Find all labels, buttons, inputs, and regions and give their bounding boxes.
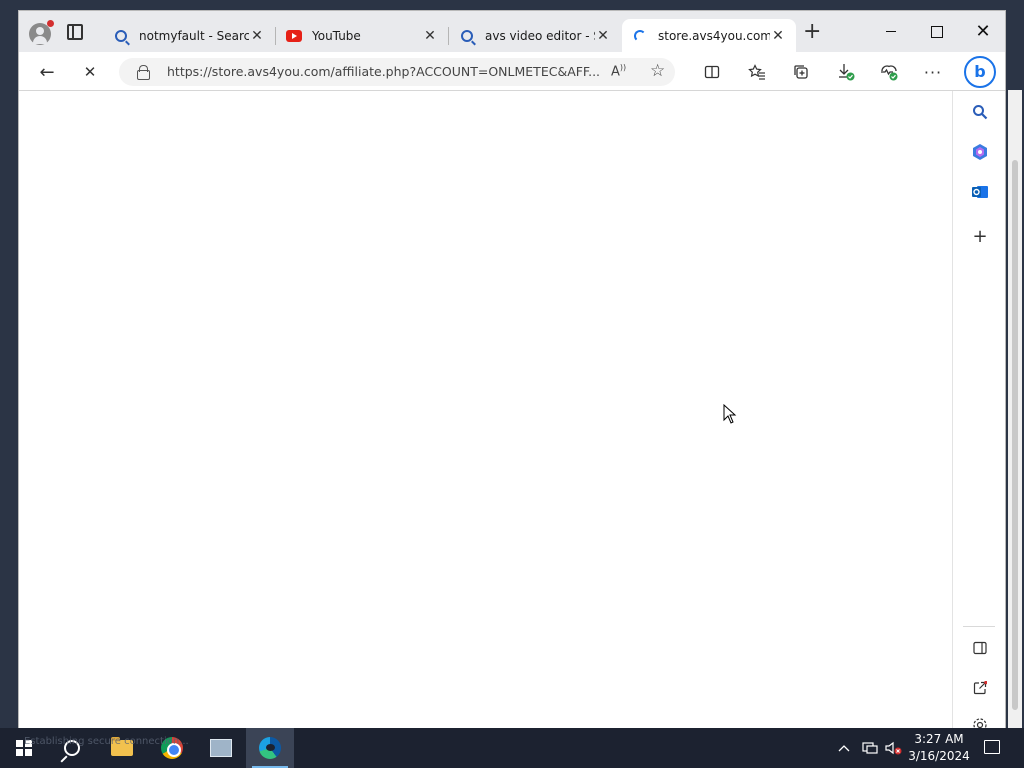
close-tab-icon[interactable]: ✕ bbox=[249, 28, 265, 44]
edge-sidebar: + bbox=[952, 91, 1005, 728]
more-options-icon[interactable]: ··· bbox=[921, 60, 945, 84]
sidebar-hide-icon[interactable] bbox=[969, 637, 991, 659]
show-hidden-icons[interactable] bbox=[838, 728, 850, 768]
maximize-button[interactable] bbox=[914, 11, 960, 52]
status-text: Establishing secure connection... bbox=[24, 736, 189, 747]
network-icon[interactable] bbox=[862, 728, 878, 768]
profile-avatar-icon[interactable] bbox=[29, 20, 54, 45]
desktop-background bbox=[0, 0, 1024, 10]
tab-avs-video-editor-search[interactable]: avs video editor - Search ✕ bbox=[449, 19, 621, 52]
split-screen-icon[interactable] bbox=[700, 60, 724, 84]
tab-label: avs video editor - Search bbox=[485, 28, 595, 43]
tab-label: notmyfault - Search bbox=[139, 28, 249, 43]
title-bar: notmyfault - Search ✕ YouTube ✕ avs vide… bbox=[19, 11, 1005, 52]
tab-label: store.avs4you.com/affiliate.php bbox=[658, 28, 770, 43]
minimize-button[interactable] bbox=[868, 11, 914, 52]
collections-icon[interactable] bbox=[789, 60, 813, 84]
downloads-icon[interactable] bbox=[834, 60, 858, 84]
sidebar-add-icon[interactable]: + bbox=[969, 225, 991, 247]
edge-icon[interactable] bbox=[246, 728, 294, 768]
navigation-toolbar: ← ✕ https://store.avs4you.com/affiliate.… bbox=[19, 52, 1005, 91]
system-clock[interactable]: 3:27 AM 3/16/2024 bbox=[906, 731, 972, 765]
search-icon bbox=[459, 28, 475, 44]
page-content-blank bbox=[19, 91, 952, 728]
page-scrollbar[interactable] bbox=[1008, 90, 1022, 728]
windows-taskbar: Establishing secure connection... 3:27 A… bbox=[0, 728, 1024, 768]
lock-icon[interactable] bbox=[137, 65, 150, 80]
search-icon bbox=[113, 28, 129, 44]
sidebar-outlook-icon[interactable] bbox=[969, 181, 991, 203]
tab-notmyfault-search[interactable]: notmyfault - Search ✕ bbox=[103, 19, 275, 52]
desktop-background-left bbox=[0, 0, 18, 728]
back-button[interactable]: ← bbox=[35, 60, 59, 84]
clock-time: 3:27 AM bbox=[914, 732, 964, 746]
bing-copilot-button[interactable]: b bbox=[964, 56, 996, 88]
sidebar-open-external-icon[interactable] bbox=[969, 677, 991, 699]
tab-label: YouTube bbox=[312, 28, 361, 43]
performance-icon[interactable] bbox=[877, 60, 901, 84]
stop-loading-button[interactable]: ✕ bbox=[78, 60, 102, 84]
sidebar-search-icon[interactable] bbox=[969, 101, 991, 123]
app-icon[interactable] bbox=[197, 728, 245, 768]
sidebar-divider bbox=[963, 626, 995, 627]
url-text[interactable]: https://store.avs4you.com/affiliate.php?… bbox=[167, 58, 607, 86]
favorites-icon[interactable] bbox=[745, 60, 769, 84]
volume-muted-icon[interactable] bbox=[885, 728, 903, 768]
tab-store-avs4you[interactable]: store.avs4you.com/affiliate.php ✕ bbox=[622, 19, 796, 52]
close-window-button[interactable]: ✕ bbox=[960, 11, 1006, 52]
mouse-cursor-icon bbox=[723, 404, 737, 424]
youtube-icon bbox=[286, 28, 302, 44]
tab-actions-icon[interactable] bbox=[67, 24, 83, 40]
browser-window: notmyfault - Search ✕ YouTube ✕ avs vide… bbox=[18, 10, 1006, 728]
sidebar-copilot-icon[interactable] bbox=[969, 141, 991, 163]
close-tab-icon[interactable]: ✕ bbox=[595, 28, 611, 44]
clock-date: 3/16/2024 bbox=[908, 749, 970, 763]
scrollbar-thumb[interactable] bbox=[1012, 160, 1018, 710]
read-aloud-icon[interactable]: A)) bbox=[611, 63, 626, 79]
sidebar-settings-icon[interactable] bbox=[969, 717, 991, 728]
close-tab-icon[interactable]: ✕ bbox=[770, 28, 786, 44]
tab-youtube[interactable]: YouTube ✕ bbox=[276, 19, 448, 52]
favorite-star-icon[interactable]: ☆ bbox=[650, 61, 665, 81]
new-tab-button[interactable]: + bbox=[803, 21, 821, 43]
notification-center-icon[interactable] bbox=[984, 740, 1000, 754]
close-tab-icon[interactable]: ✕ bbox=[422, 28, 438, 44]
address-bar[interactable]: https://store.avs4you.com/affiliate.php?… bbox=[119, 58, 675, 86]
loading-icon bbox=[632, 28, 648, 44]
